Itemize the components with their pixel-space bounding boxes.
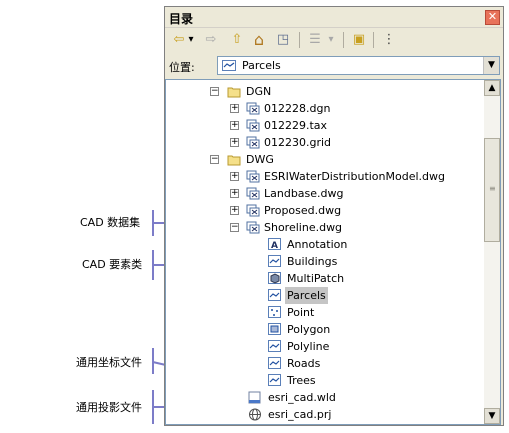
tree-item-label: Proposed.dwg <box>264 204 342 217</box>
multipatch-icon <box>268 272 281 284</box>
point-feature-class-icon <box>268 306 281 318</box>
cad-dataset-icon <box>246 170 260 183</box>
collapse-toggle[interactable]: − <box>210 155 219 164</box>
expand-toggle[interactable]: + <box>230 206 239 215</box>
cad-dataset-icon <box>246 187 260 200</box>
callout-cad-feature-class: CAD 要素类 <box>82 258 143 271</box>
collapse-toggle[interactable]: − <box>230 223 239 232</box>
line-feature-class-icon <box>268 255 281 267</box>
location-value: Parcels <box>242 59 281 72</box>
tree-item-label: 012228.dgn <box>264 102 331 115</box>
tree-item-label: Polygon <box>287 323 331 336</box>
polygon-feature-class-icon <box>268 323 281 335</box>
connect-folder-button[interactable]: ◳ <box>273 31 293 49</box>
toolbar-separator <box>373 32 374 48</box>
scroll-thumb[interactable]: ≡ <box>484 138 500 242</box>
up-level-button[interactable]: ⇧ <box>227 31 247 49</box>
line-feature-class-icon <box>268 357 281 369</box>
location-row: 位置: Parcels ▼ <box>165 54 503 78</box>
line-feature-class-icon <box>222 60 236 71</box>
tree-item-label: DWG <box>246 153 274 166</box>
folder-icon <box>227 155 241 166</box>
forward-button[interactable]: ⇨ <box>201 31 221 49</box>
cad-dataset-icon <box>246 102 260 115</box>
toolbar: ⇦ ▾ ⇨ ⇧ ⌂ ◳ ☰ ▾ ▣ ⋮ <box>165 28 503 54</box>
callout-projection-file: 通用投影文件 <box>76 401 142 414</box>
catalog-window: 目录 ✕ ⇦ ▾ ⇨ ⇧ ⌂ ◳ ☰ ▾ ▣ ⋮ 位置: Parcels ▼ − <box>164 6 504 426</box>
expand-toggle[interactable]: + <box>230 138 239 147</box>
cad-dataset-icon <box>246 204 260 217</box>
back-dropdown-button[interactable]: ▾ <box>185 31 197 49</box>
toolbar-separator <box>299 32 300 48</box>
expand-toggle[interactable]: + <box>230 172 239 181</box>
tree-item-label: ESRIWaterDistributionModel.dwg <box>264 170 445 183</box>
tree-item-label: Roads <box>287 357 321 370</box>
title-bar: 目录 ✕ <box>165 7 503 28</box>
location-combobox[interactable]: Parcels ▼ <box>217 56 500 75</box>
line-feature-class-icon <box>268 340 281 352</box>
cad-dataset-icon <box>246 136 260 149</box>
folder-icon <box>227 87 241 98</box>
tree-item-label: Polyline <box>287 340 330 353</box>
cad-dataset-icon <box>246 119 260 132</box>
grip-icon: ≡ <box>489 184 496 193</box>
options-button[interactable]: ⋮ <box>379 31 399 49</box>
view-button[interactable]: ☰ <box>305 31 325 49</box>
world-file-icon <box>248 391 261 404</box>
line-feature-class-icon <box>268 374 281 386</box>
home-button[interactable]: ⌂ <box>249 31 269 49</box>
callout-cad-dataset-bracket <box>152 210 154 236</box>
scroll-up-button[interactable]: ▲ <box>484 80 500 96</box>
tree-item-label: Trees <box>287 374 316 387</box>
tree-item-label: Landbase.dwg <box>264 187 344 200</box>
collapse-toggle[interactable]: − <box>210 87 219 96</box>
tree-item-label: DGN <box>246 85 272 98</box>
callout-cad-dataset: CAD 数据集 <box>80 216 141 229</box>
tree-item-label: 012230.grid <box>264 136 332 149</box>
svg-text:A: A <box>271 241 278 251</box>
callout-world-file: 通用坐标文件 <box>76 356 142 369</box>
annotation-icon: A <box>268 238 281 251</box>
cad-dataset-icon <box>246 221 260 234</box>
tree-item-label: 012229.tax <box>264 119 328 132</box>
tree-item-label: esri_cad.prj <box>268 408 332 421</box>
window-title: 目录 <box>169 12 194 26</box>
toolbar-separator <box>343 32 344 48</box>
view-dropdown-button[interactable]: ▾ <box>325 31 337 49</box>
tree-item-label: Annotation <box>287 238 348 251</box>
tree-item-label: esri_cad.wld <box>268 391 336 404</box>
tree-item-label: Buildings <box>287 255 338 268</box>
scroll-down-button[interactable]: ▼ <box>484 408 500 424</box>
close-button[interactable]: ✕ <box>485 10 500 25</box>
location-label: 位置: <box>169 61 195 74</box>
tree-item-label: MultiPatch <box>287 272 345 285</box>
globe-icon <box>249 408 261 421</box>
line-feature-class-icon <box>268 289 281 301</box>
catalog-tree: − DGN + 012228.dgn + 012229.tax + 012230… <box>165 79 485 425</box>
tree-item-label: Point <box>287 306 315 319</box>
vertical-scrollbar[interactable]: ▲ ≡ ▼ <box>484 79 501 425</box>
expand-toggle[interactable]: + <box>230 121 239 130</box>
expand-toggle[interactable]: + <box>230 189 239 198</box>
expand-toggle[interactable]: + <box>230 104 239 113</box>
tree-item-label-selected: Parcels <box>285 287 328 304</box>
new-folder-button[interactable]: ▣ <box>349 31 369 49</box>
tree-item-label: Shoreline.dwg <box>264 221 343 234</box>
callout-cad-feature-class-bracket <box>152 250 154 280</box>
location-dropdown-button[interactable]: ▼ <box>483 57 499 74</box>
